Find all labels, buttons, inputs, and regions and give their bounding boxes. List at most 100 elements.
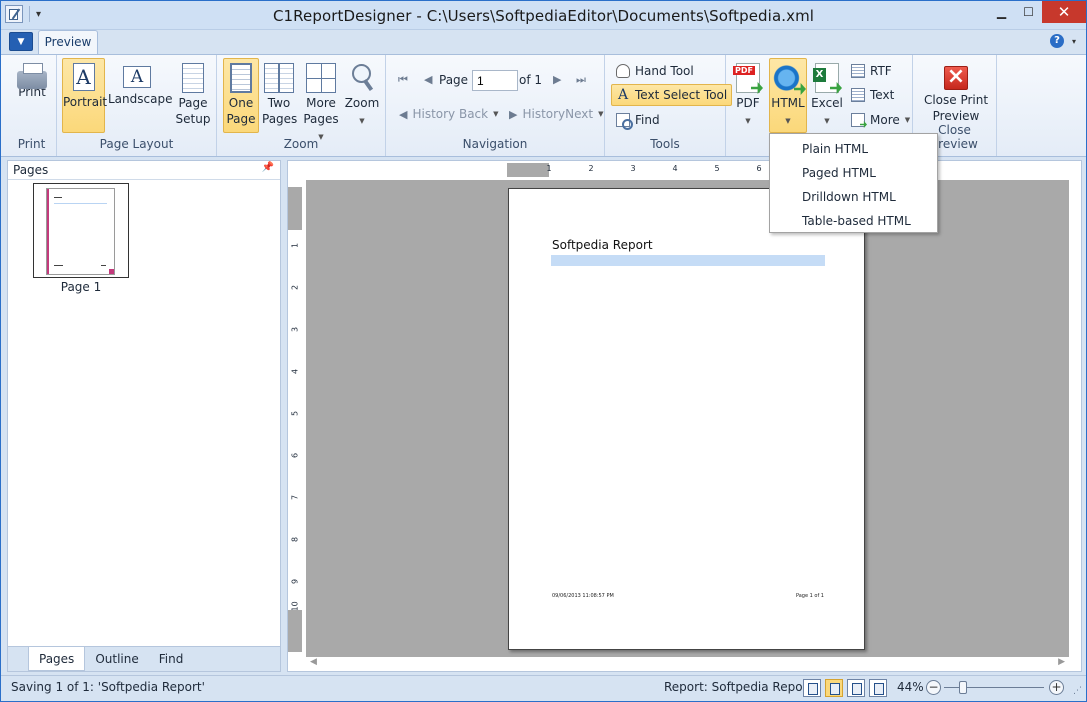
report-header-bar bbox=[551, 255, 825, 266]
chevron-down-icon: ▼ bbox=[824, 117, 830, 125]
menu-item-table-based-html[interactable]: Table-based HTML bbox=[770, 209, 937, 233]
one-page-button[interactable]: One Page bbox=[223, 58, 259, 133]
text-select-label: Text Select Tool bbox=[635, 88, 728, 102]
page-setup-icon bbox=[182, 63, 204, 93]
close-print-preview-button[interactable]: Close Print Preview bbox=[919, 58, 993, 133]
ruler-tick-label: 3 bbox=[290, 326, 300, 333]
chevron-down-icon: ▼ bbox=[598, 110, 604, 118]
chevron-down-icon: ▼ bbox=[359, 117, 365, 125]
landscape-button[interactable]: A Landscape bbox=[107, 58, 173, 133]
print-button[interactable]: Print bbox=[13, 58, 51, 133]
html-label: HTML bbox=[771, 96, 805, 110]
pdf-export-button[interactable]: PDF ▼ bbox=[730, 58, 766, 133]
help-dropdown-icon[interactable]: ▾ bbox=[1072, 37, 1076, 46]
pages-panel: Pages 📌 Page 1 Pages Outline Find bbox=[7, 160, 281, 672]
group-label-navigation: Navigation bbox=[462, 137, 528, 151]
report-footer-page: Page 1 of 1 bbox=[795, 593, 824, 599]
excel-export-button[interactable]: Excel ▼ bbox=[808, 58, 846, 133]
view-four-pages-icon[interactable] bbox=[869, 679, 887, 697]
first-page-icon[interactable]: ⏮ bbox=[398, 73, 408, 87]
zoom-in-button[interactable]: + bbox=[1049, 680, 1064, 695]
menu-item-plain-html[interactable]: Plain HTML bbox=[770, 137, 937, 161]
zoom-slider-thumb[interactable] bbox=[959, 681, 967, 694]
more-pages-icon bbox=[306, 63, 336, 93]
close-preview-label-1: Close Print bbox=[923, 93, 989, 107]
page-setup-button[interactable]: Page Setup bbox=[173, 58, 213, 133]
rtf-export-button[interactable]: RTF bbox=[846, 60, 897, 82]
zoom-out-button[interactable]: − bbox=[926, 680, 941, 695]
resize-grip-icon[interactable]: ⋰ bbox=[1073, 686, 1082, 696]
ruler-margin bbox=[288, 187, 302, 230]
more-export-button[interactable]: More ▼ bbox=[846, 109, 915, 131]
tab-pages[interactable]: Pages bbox=[28, 647, 86, 671]
scroll-right-icon[interactable]: ▶ bbox=[1058, 657, 1065, 667]
view-single-page-icon[interactable] bbox=[803, 679, 821, 697]
excel-label: Excel bbox=[811, 96, 843, 110]
minimize-button[interactable]: ▁ bbox=[988, 1, 1015, 23]
page-number-input[interactable] bbox=[472, 70, 518, 91]
internet-explorer-icon bbox=[773, 63, 803, 93]
more-export-icon bbox=[851, 113, 865, 127]
preview-area[interactable]: 1 2 3 4 5 6 1 2 3 4 5 6 7 8 9 10 Softped… bbox=[287, 160, 1082, 672]
next-page-icon[interactable]: ▶ bbox=[553, 73, 561, 86]
group-tools: Hand Tool A Text Select Tool Find Tools bbox=[605, 55, 733, 156]
ruler-margin bbox=[288, 610, 302, 652]
application-menu-button[interactable]: ▼ bbox=[9, 32, 33, 51]
ruler-tick-label: 4 bbox=[290, 368, 300, 375]
menu-item-drilldown-html[interactable]: Drilldown HTML bbox=[770, 185, 937, 209]
text-label: Text bbox=[870, 88, 895, 102]
find-button[interactable]: Find bbox=[611, 109, 665, 131]
more-label: More bbox=[870, 113, 900, 127]
thumbnail-bar bbox=[54, 203, 107, 204]
history-back-button[interactable]: ◀ History Back ▼ bbox=[394, 103, 504, 125]
menu-item-paged-html[interactable]: Paged HTML bbox=[770, 161, 937, 185]
zoom-button[interactable]: Zoom ▼ bbox=[343, 58, 381, 133]
scroll-left-icon[interactable]: ◀ bbox=[310, 657, 317, 667]
landscape-label: Landscape bbox=[108, 92, 173, 106]
page-setup-label-1: Page bbox=[178, 96, 208, 110]
group-label-page-layout: Page Layout bbox=[99, 137, 174, 151]
close-preview-icon bbox=[944, 64, 968, 90]
portrait-button[interactable]: A Portrait bbox=[62, 58, 107, 133]
two-pages-icon bbox=[264, 63, 294, 93]
page-label: Page bbox=[438, 69, 469, 91]
landscape-icon: A bbox=[123, 66, 151, 88]
rtf-icon bbox=[851, 64, 865, 78]
hand-tool-label: Hand Tool bbox=[635, 64, 694, 78]
tab-preview[interactable]: Preview bbox=[38, 30, 98, 54]
tab-find[interactable]: Find bbox=[149, 647, 194, 671]
group-zoom: One Page Two Pages More Pages ▼ Zoom ▼ Zoom bbox=[217, 55, 386, 156]
maximize-button[interactable]: ☐ bbox=[1015, 1, 1042, 23]
find-icon bbox=[616, 113, 633, 130]
help-icon[interactable]: ? bbox=[1050, 34, 1064, 48]
more-pages-button[interactable]: More Pages ▼ bbox=[301, 58, 341, 141]
history-next-button[interactable]: ▶ HistoryNext ▼ bbox=[504, 103, 609, 125]
zoom-level: 44% bbox=[897, 680, 924, 694]
text-export-button[interactable]: Text bbox=[846, 84, 899, 106]
window-controls: ▁ ☐ ✕ bbox=[988, 1, 1086, 23]
html-export-button[interactable]: HTML ▼ bbox=[769, 58, 807, 133]
back-arrow-icon: ◀ bbox=[399, 107, 408, 121]
ruler-tick-label: 1 bbox=[290, 242, 300, 249]
two-pages-label-2: Pages bbox=[262, 112, 298, 126]
hand-tool-button[interactable]: Hand Tool bbox=[611, 60, 699, 82]
one-page-icon bbox=[230, 63, 252, 93]
ruler-tick-label: 6 bbox=[756, 164, 762, 173]
previous-page-icon[interactable]: ◀ bbox=[424, 73, 432, 86]
last-page-icon[interactable]: ⏭ bbox=[576, 73, 586, 87]
two-pages-button[interactable]: Two Pages bbox=[261, 58, 297, 133]
horizontal-scrollbar[interactable]: ◀ ▶ bbox=[306, 656, 1069, 670]
group-label-zoom: Zoom bbox=[283, 137, 319, 151]
more-pages-label-2: Pages bbox=[303, 112, 339, 126]
pin-icon[interactable]: 📌 bbox=[262, 162, 274, 173]
report-page[interactable]: Softpedia Report 09/06/2013 11:08:57 PM … bbox=[508, 188, 865, 650]
vertical-ruler: 1 2 3 4 5 6 7 8 9 10 bbox=[288, 187, 302, 652]
text-select-tool-button[interactable]: A Text Select Tool bbox=[611, 84, 733, 106]
view-one-page-icon[interactable] bbox=[825, 679, 843, 697]
find-label: Find bbox=[635, 113, 660, 127]
view-two-pages-icon[interactable] bbox=[847, 679, 865, 697]
tab-outline[interactable]: Outline bbox=[85, 647, 148, 671]
close-window-button[interactable]: ✕ bbox=[1042, 1, 1086, 23]
page-thumbnail[interactable] bbox=[33, 183, 129, 278]
thumbnail-label: Page 1 bbox=[60, 280, 102, 294]
